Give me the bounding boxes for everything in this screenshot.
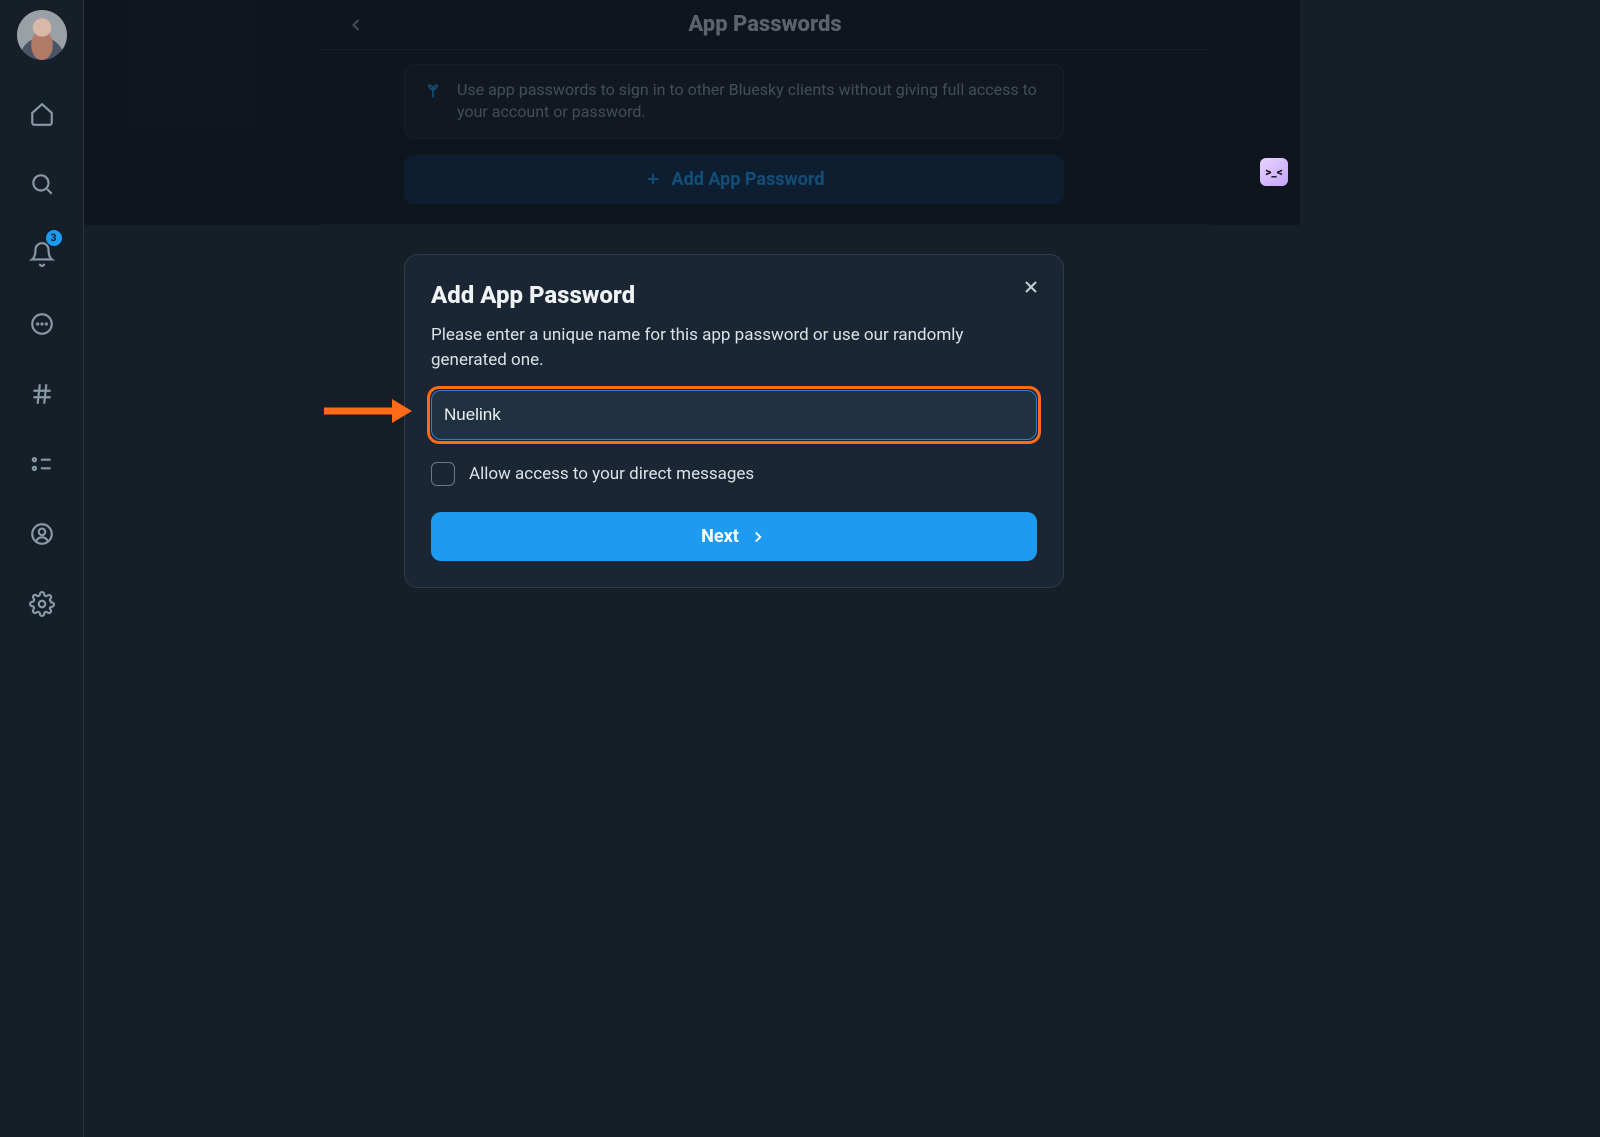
list-icon [29,451,55,477]
dm-access-label: Allow access to your direct messages [469,464,754,484]
avatar[interactable] [17,10,67,60]
dm-access-row[interactable]: Allow access to your direct messages [431,462,1037,486]
home-icon [29,101,55,127]
nav-notifications[interactable]: 3 [20,232,64,276]
hash-icon [29,381,55,407]
plus-icon [644,170,662,188]
nav-home[interactable] [20,92,64,136]
back-button[interactable] [344,13,368,37]
app-password-name-input[interactable] [431,390,1037,440]
gear-icon [29,591,55,617]
nav-lists[interactable] [20,442,64,486]
next-button[interactable]: Next [431,512,1037,561]
add-app-password-button[interactable]: Add App Password [404,155,1064,204]
dm-access-checkbox[interactable] [431,462,455,486]
add-button-label: Add App Password [672,169,825,190]
main-content: App Passwords Use app passwords to sign … [84,0,1300,225]
info-box: Use app passwords to sign in to other Bl… [404,64,1064,139]
sidebar: 3 [0,0,84,1137]
add-app-password-modal: Add App Password Please enter a unique n… [404,254,1064,588]
user-icon [29,521,55,547]
content: Use app passwords to sign in to other Bl… [404,50,1064,204]
nav-profile[interactable] [20,512,64,556]
sprout-icon [423,81,443,107]
annotation-arrow [324,396,412,426]
chevron-left-icon [346,15,366,35]
info-text: Use app passwords to sign in to other Bl… [457,79,1045,124]
next-label: Next [701,526,739,547]
nav-chat[interactable] [20,302,64,346]
close-button[interactable] [1017,273,1045,301]
modal-title: Add App Password [431,281,1037,309]
input-wrapper [431,390,1037,440]
chevron-right-icon [749,528,767,546]
page-title: App Passwords [388,12,1142,37]
side-widget[interactable]: >_< [1260,158,1288,186]
close-icon [1021,277,1041,297]
side-widget-glyph: >_< [1265,165,1283,179]
page-header: App Passwords [320,0,1210,50]
divider [320,224,1210,225]
chat-icon [29,311,55,337]
nav-search[interactable] [20,162,64,206]
nav-feeds[interactable] [20,372,64,416]
modal-description: Please enter a unique name for this app … [431,323,1037,372]
nav-settings[interactable] [20,582,64,626]
search-icon [29,171,55,197]
notification-badge: 3 [46,230,62,246]
